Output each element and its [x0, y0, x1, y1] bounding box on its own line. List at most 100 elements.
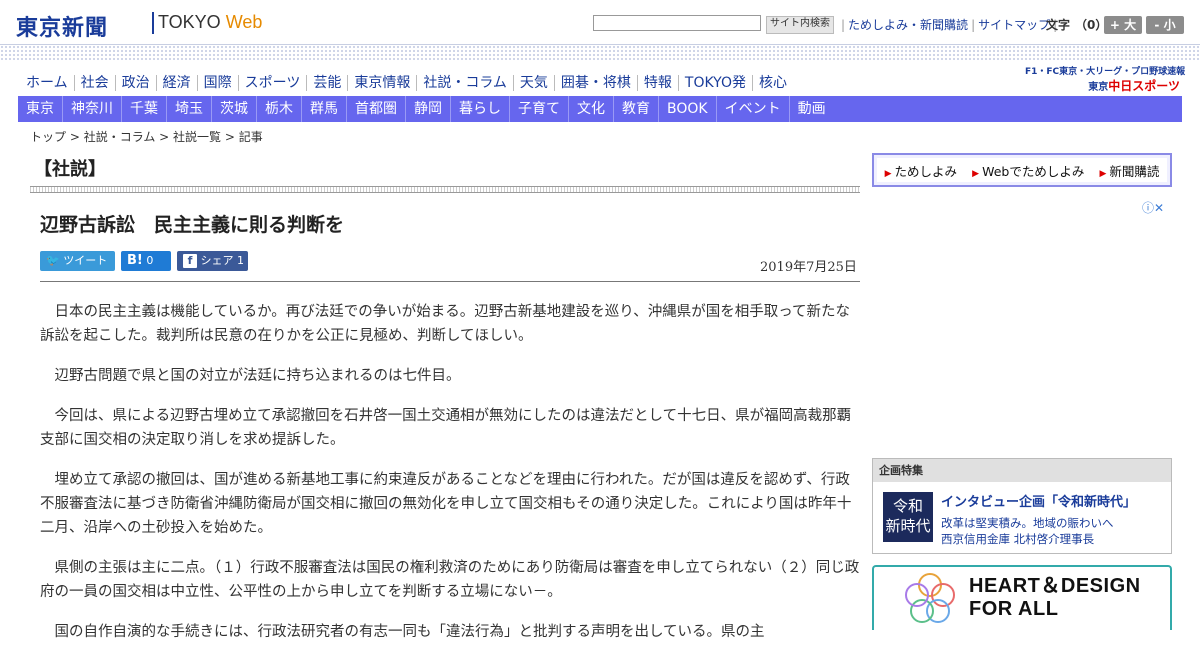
- promo-trial-link[interactable]: ▶ ためしよみ: [885, 161, 957, 180]
- feature-thumbnail[interactable]: 令和 新時代: [883, 492, 933, 542]
- triangle-right-icon: ▶: [972, 168, 980, 179]
- subnav-kosodate[interactable]: 子育て: [510, 96, 569, 122]
- logo-divider: [152, 12, 154, 34]
- twitter-icon: 🐦: [46, 254, 60, 267]
- subnav-kanagawa[interactable]: 神奈川: [63, 96, 122, 122]
- heart-design-banner[interactable]: HEART＆DESIGN FOR ALL: [872, 565, 1172, 630]
- promo-web-trial-label: Webでためしよみ: [982, 163, 1085, 179]
- nav-tokyo-hatsu[interactable]: TOKYO発: [678, 75, 753, 91]
- subnav-bunka[interactable]: 文化: [569, 96, 614, 122]
- breadcrumb-top[interactable]: トップ: [30, 130, 66, 144]
- nav-politics[interactable]: 政治: [115, 75, 157, 91]
- search-input[interactable]: [593, 15, 761, 31]
- chunichi-sports-banner[interactable]: F1・FC東京・大リーグ・プロ野球速報 東京中日スポーツ: [1025, 64, 1186, 94]
- facebook-share-button[interactable]: f シェア 1: [177, 251, 248, 271]
- font-size-value: （0）: [1075, 18, 1108, 32]
- subnav-tokyo[interactable]: 東京: [18, 96, 63, 122]
- tweet-label: ツイート: [63, 254, 108, 267]
- article-paragraph: 埋め立て承認の撤回は、国が進める新基地工事に約束違反があることなどを理由に行われ…: [40, 472, 852, 536]
- heart-line1: HEART＆DESIGN: [969, 575, 1141, 597]
- main-nav: ホーム 社会 政治 経済 国際 スポーツ 芸能 東京情報 社説・コラム 天気 囲碁・将棋 特報 TOKY…: [20, 72, 793, 92]
- subnav-video[interactable]: 動画: [790, 96, 834, 122]
- subnav-book[interactable]: BOOK: [659, 96, 717, 122]
- nav-entertainment[interactable]: 芸能: [307, 75, 349, 91]
- nav-economy[interactable]: 経済: [156, 75, 198, 91]
- subnav-gunma[interactable]: 群馬: [302, 96, 347, 122]
- subnav-shizuoka[interactable]: 静岡: [406, 96, 451, 122]
- nav-kakushin[interactable]: 核心: [753, 75, 793, 91]
- article-divider: [40, 281, 860, 282]
- feature-header: 企画特集: [873, 459, 1171, 482]
- triangle-right-icon: ▶: [1099, 168, 1107, 179]
- subnav-tochigi[interactable]: 栃木: [257, 96, 302, 122]
- breadcrumb-editorial-column[interactable]: 社説・コラム: [84, 130, 156, 144]
- site-search-button[interactable]: サイト内検索: [766, 16, 834, 34]
- chunichi-prefix: 東京: [1088, 82, 1109, 93]
- subnav-ibaraki[interactable]: 茨城: [212, 96, 257, 122]
- font-size-label: 文字: [1046, 18, 1071, 32]
- feature-title-link[interactable]: インタビュー企画「令和新時代」: [941, 491, 1136, 510]
- subnav-saitama[interactable]: 埼玉: [167, 96, 212, 122]
- breadcrumb-current: 記事: [238, 130, 263, 144]
- divider: |: [841, 18, 846, 32]
- top-links: | ためしよみ・新聞購読 | サイトマップ |: [838, 16, 1060, 33]
- nav-society[interactable]: 社会: [74, 75, 116, 91]
- hatena-count: 0: [146, 254, 154, 267]
- nav-sports[interactable]: スポーツ: [238, 75, 308, 91]
- breadcrumb: トップ > 社説・コラム > 社説一覧 > 記事: [30, 130, 263, 144]
- subnav-kurashi[interactable]: 暮らし: [451, 96, 510, 122]
- nav-editorial-column[interactable]: 社説・コラム: [417, 75, 514, 91]
- nav-tokyo-info[interactable]: 東京情報: [348, 75, 418, 91]
- logo-en-tokyo: TOKYO: [158, 12, 221, 32]
- nav-home[interactable]: ホーム: [20, 75, 75, 91]
- article-body: 日本の民主主義は機能しているか。再び法廷での争いが始まる。辺野古新基地建設を巡り…: [40, 300, 860, 660]
- feature-subtitle[interactable]: 改革は堅実積み。地域の賑わいへ: [941, 515, 1114, 531]
- facebook-icon: f: [183, 254, 197, 268]
- divider: |: [971, 18, 976, 32]
- section-divider: [30, 186, 860, 193]
- feature-box: 企画特集 令和 新時代 インタビュー企画「令和新時代」 改革は堅実積み。地域の賑わ…: [872, 458, 1172, 554]
- subscription-promo: ▶ ためしよみ ▶ Webでためしよみ ▶ 新聞購読: [872, 153, 1172, 187]
- nav-tokuho[interactable]: 特報: [637, 75, 679, 91]
- promo-inner: ▶ ためしよみ ▶ Webでためしよみ ▶ 新聞購読: [877, 158, 1167, 182]
- article-paragraph: 日本の民主主義は機能しているか。再び法廷での争いが始まる。辺野古新基地建設を巡り…: [40, 304, 850, 344]
- promo-web-trial-link[interactable]: ▶ Webでためしよみ: [972, 161, 1084, 180]
- logo[interactable]: 東京新聞: [16, 10, 108, 42]
- nav-go-shogi[interactable]: 囲碁・将棋: [554, 75, 638, 91]
- font-smaller-button[interactable]: - 小: [1146, 16, 1184, 34]
- article-paragraph: 今回は、県による辺野古埋め立て承認撤回を石井啓一国土交通相が無効にしたのは違法だ…: [40, 408, 852, 448]
- heart-line2: FOR ALL: [969, 598, 1059, 620]
- hatena-bookmark-button[interactable]: B! 0: [121, 251, 171, 271]
- site-header: 東京新聞 TOKYO Web サイト内検索 | ためしよみ・新聞購読 | サイトマップ…: [0, 0, 1200, 46]
- feature-byline[interactable]: 西京信用金庫 北村啓介理事長: [941, 531, 1094, 547]
- nav-weather[interactable]: 天気: [513, 75, 555, 91]
- promo-subscribe-link[interactable]: ▶ 新聞購読: [1099, 161, 1159, 180]
- thumb-line2: 新時代: [885, 517, 931, 535]
- link-sitemap[interactable]: サイトマップ: [978, 18, 1050, 32]
- article-paragraph: 辺野古問題で県と国の対立が法廷に持ち込まれるのは七件目。: [54, 368, 461, 384]
- heart-design-title: HEART＆DESIGN FOR ALL: [969, 575, 1141, 621]
- hatena-icon: B!: [127, 253, 143, 268]
- flower-logo-icon: [905, 573, 955, 623]
- nav-international[interactable]: 国際: [197, 75, 239, 91]
- triangle-right-icon: ▶: [884, 168, 892, 179]
- logo-en-web: Web: [225, 12, 263, 32]
- article-date: 2019年7月25日: [760, 260, 857, 275]
- subnav-shutoken[interactable]: 首都圏: [347, 96, 406, 122]
- subnav-event[interactable]: イベント: [717, 96, 790, 122]
- chunichi-tagline: F1・FC東京・大リーグ・プロ野球速報: [1025, 67, 1186, 77]
- article-headline: 辺野古訴訟 民主主義に則る判断を: [40, 214, 345, 236]
- subnav-chiba[interactable]: 千葉: [122, 96, 167, 122]
- link-subscribe[interactable]: ためしよみ・新聞購読: [848, 18, 968, 32]
- subnav-kyouiku[interactable]: 教育: [614, 96, 659, 122]
- breadcrumb-editorial-list[interactable]: 社説一覧: [173, 130, 221, 144]
- header-pattern-band: [0, 44, 1200, 61]
- article-paragraph: 国の自作自演的な手続きには、行政法研究者の有志一同も「違法行為」と批判する声明を…: [54, 624, 765, 640]
- ad-info-close-icon[interactable]: ⓘ✕: [1142, 199, 1164, 216]
- chunichi-logo: 東京中日スポーツ: [1025, 77, 1180, 94]
- logo-english[interactable]: TOKYO Web: [158, 12, 262, 33]
- tweet-button[interactable]: 🐦 ツイート: [40, 251, 115, 271]
- font-larger-button[interactable]: + 大: [1104, 16, 1142, 34]
- section-title: 【社説】: [34, 159, 106, 180]
- promo-subscribe-label: 新聞購読: [1109, 163, 1160, 179]
